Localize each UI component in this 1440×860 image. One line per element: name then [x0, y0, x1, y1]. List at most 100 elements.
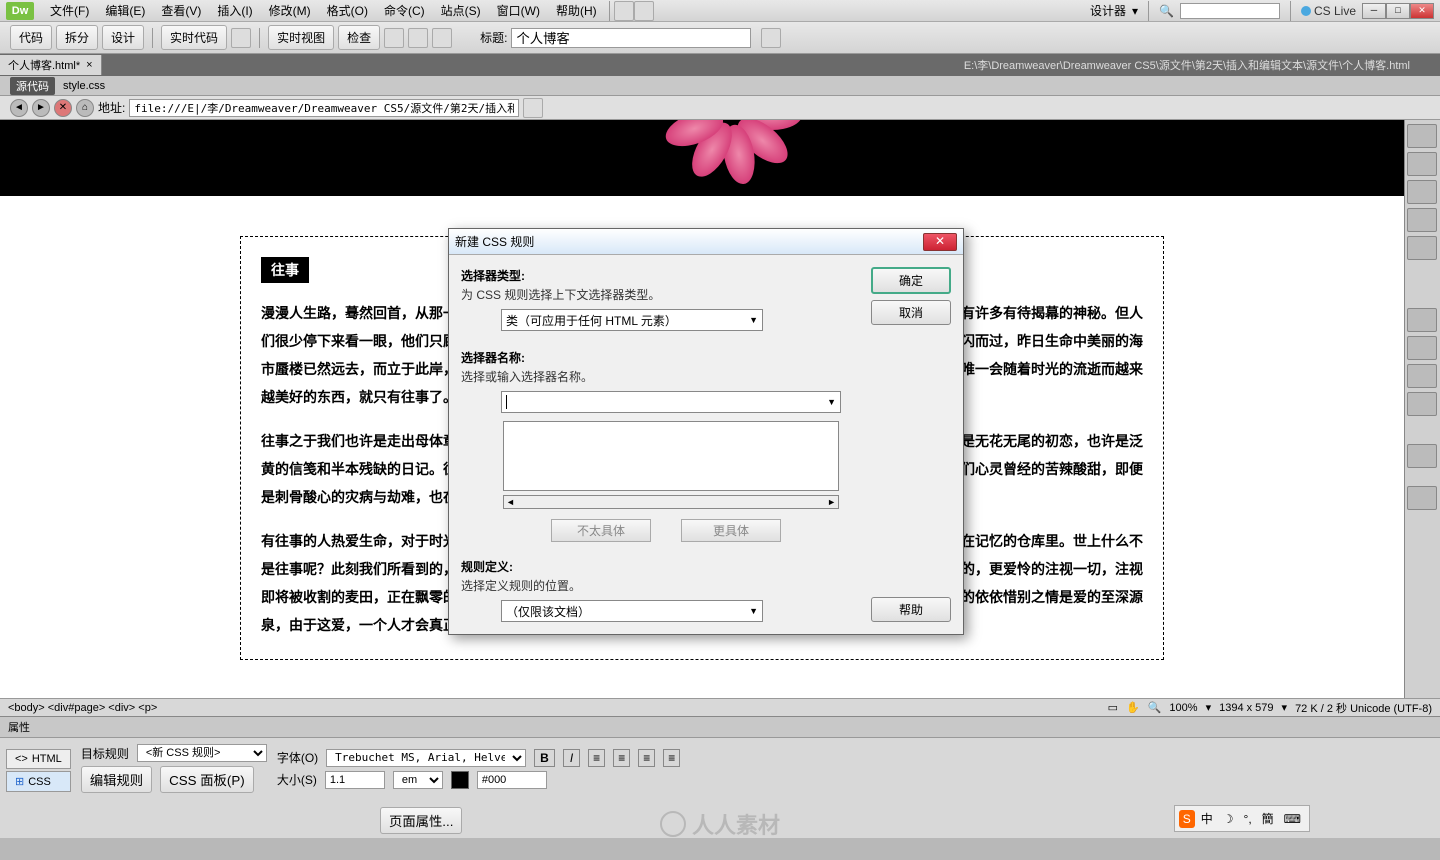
selector-type-label: 选择器类型: — [461, 267, 859, 284]
less-specific-button[interactable]: 不太具体 — [551, 519, 651, 542]
panel-icon[interactable] — [1407, 208, 1437, 232]
layout-icon[interactable] — [614, 1, 634, 21]
tag-selector-bar[interactable]: <body> <div#page> <div> <p> ▭ ✋ 🔍 100% ▾… — [0, 698, 1440, 716]
cancel-button[interactable]: 取消 — [871, 300, 951, 325]
panel-icon[interactable] — [1407, 308, 1437, 332]
zoom-level[interactable]: 100% — [1169, 702, 1197, 714]
help-button[interactable]: 帮助 — [871, 597, 951, 622]
panel-icon[interactable] — [1407, 444, 1437, 468]
select-tool-icon[interactable]: ▭ — [1108, 701, 1118, 714]
bold-button[interactable]: B — [534, 749, 555, 767]
html-properties-tab[interactable]: <>HTML — [6, 749, 71, 769]
size-unit-select[interactable]: em — [393, 771, 443, 789]
panel-icon[interactable] — [1407, 180, 1437, 204]
close-icon[interactable]: ✕ — [1410, 3, 1434, 19]
related-files-bar: 源代码 style.css — [0, 76, 1440, 96]
search-input[interactable] — [1180, 3, 1280, 19]
css-panel-button[interactable]: CSS 面板(P) — [160, 766, 254, 793]
menu-commands[interactable]: 命令(C) — [376, 0, 433, 21]
address-go-icon[interactable] — [523, 98, 543, 118]
panel-icon[interactable] — [1407, 236, 1437, 260]
menu-format[interactable]: 格式(O) — [319, 0, 376, 21]
browser-icon[interactable] — [384, 28, 404, 48]
rule-def-combo[interactable]: （仅限该文档）▼ — [501, 600, 763, 622]
panel-icon[interactable] — [1407, 392, 1437, 416]
menu-site[interactable]: 站点(S) — [433, 0, 489, 21]
align-right-icon[interactable]: ≡ — [638, 749, 655, 767]
ime-keyboard-icon[interactable]: ⌨ — [1280, 810, 1305, 828]
properties-header[interactable]: 属性 — [0, 717, 1440, 738]
cslive-button[interactable]: CS Live — [1301, 4, 1356, 18]
menu-file[interactable]: 文件(F) — [42, 0, 97, 21]
target-rule-label: 目标规则 — [81, 745, 129, 762]
ime-punct-icon[interactable]: °, — [1240, 810, 1256, 828]
size-input[interactable] — [325, 771, 385, 789]
preview-scrollbar[interactable]: ◄► — [503, 495, 839, 509]
italic-button[interactable]: I — [563, 749, 580, 767]
file-mgmt-icon[interactable] — [761, 28, 781, 48]
selector-name-input[interactable]: ▼ — [501, 391, 841, 413]
edit-rule-button[interactable]: 编辑规则 — [81, 766, 152, 793]
source-code-tab[interactable]: 源代码 — [10, 77, 55, 95]
color-input[interactable] — [477, 771, 547, 789]
selector-type-combo[interactable]: 类（可应用于任何 HTML 元素）▼ — [501, 309, 763, 331]
align-justify-icon[interactable]: ≡ — [663, 749, 680, 767]
ime-toolbar[interactable]: S 中 ☽ °, 簡 ⌨ — [1174, 805, 1310, 832]
menu-insert[interactable]: 插入(I) — [209, 0, 260, 21]
panel-icon[interactable] — [1407, 486, 1437, 510]
nav-home-icon[interactable]: ⌂ — [76, 99, 94, 117]
align-left-icon[interactable]: ≡ — [588, 749, 605, 767]
address-input[interactable] — [129, 99, 519, 117]
selector-preview — [503, 421, 839, 491]
nav-back-icon[interactable]: ◄ — [10, 99, 28, 117]
inspect-button[interactable]: 检查 — [338, 25, 380, 50]
menu-edit[interactable]: 编辑(E) — [97, 0, 153, 21]
ok-button[interactable]: 确定 — [871, 267, 951, 294]
ime-trad[interactable]: 簡 — [1258, 808, 1278, 829]
live-view-button[interactable]: 实时视图 — [268, 25, 334, 50]
file-tab[interactable]: 个人博客.html* × — [0, 55, 102, 75]
live-code-button[interactable]: 实时代码 — [161, 25, 227, 50]
dialog-close-icon[interactable]: ✕ — [923, 233, 957, 251]
zoom-tool-icon[interactable]: 🔍 — [1148, 701, 1162, 714]
color-swatch[interactable] — [451, 771, 469, 789]
panel-icon[interactable] — [1407, 336, 1437, 360]
menu-modify[interactable]: 修改(M) — [261, 0, 319, 21]
related-css[interactable]: style.css — [63, 80, 105, 92]
align-center-icon[interactable]: ≡ — [613, 749, 630, 767]
title-label: 标题: — [480, 29, 507, 46]
nav-stop-icon[interactable]: ✕ — [54, 99, 72, 117]
visual-aids-icon[interactable] — [408, 28, 428, 48]
refresh-icon[interactable] — [432, 28, 452, 48]
menu-help[interactable]: 帮助(H) — [548, 0, 605, 21]
ime-logo-icon[interactable]: S — [1179, 810, 1195, 828]
panel-icon[interactable] — [1407, 364, 1437, 388]
minimize-icon[interactable]: ─ — [1362, 3, 1386, 19]
selector-name-label: 选择器名称: — [461, 349, 859, 366]
code-view-button[interactable]: 代码 — [10, 25, 52, 50]
font-select[interactable]: Trebuchet MS, Arial, Helvetica — [326, 749, 526, 767]
nav-forward-icon[interactable]: ► — [32, 99, 50, 117]
split-view-button[interactable]: 拆分 — [56, 25, 98, 50]
page-properties-button[interactable]: 页面属性... — [380, 807, 462, 834]
panel-icon[interactable] — [1407, 152, 1437, 176]
extend-icon[interactable] — [634, 1, 654, 21]
ime-moon-icon[interactable]: ☽ — [1219, 810, 1238, 828]
maximize-icon[interactable]: □ — [1386, 3, 1410, 19]
watermark: 人人素材 — [660, 808, 780, 840]
dialog-titlebar[interactable]: 新建 CSS 规则 ✕ — [449, 229, 963, 255]
live-code-icon[interactable] — [231, 28, 251, 48]
target-rule-select[interactable]: <新 CSS 规则> — [137, 744, 267, 762]
more-specific-button[interactable]: 更具体 — [681, 519, 781, 542]
design-view-button[interactable]: 设计 — [102, 25, 144, 50]
menu-view[interactable]: 查看(V) — [153, 0, 209, 21]
tab-close-icon[interactable]: × — [86, 59, 92, 71]
workspace-switcher[interactable]: 设计器 — [1090, 2, 1126, 19]
document-toolbar: 代码 拆分 设计 实时代码 实时视图 检查 标题: — [0, 22, 1440, 54]
css-properties-tab[interactable]: ⊞CSS — [6, 771, 71, 792]
title-input[interactable] — [511, 28, 751, 48]
panel-icon[interactable] — [1407, 124, 1437, 148]
menu-window[interactable]: 窗口(W) — [489, 0, 548, 21]
hand-tool-icon[interactable]: ✋ — [1126, 701, 1140, 714]
ime-lang[interactable]: 中 — [1197, 808, 1217, 829]
